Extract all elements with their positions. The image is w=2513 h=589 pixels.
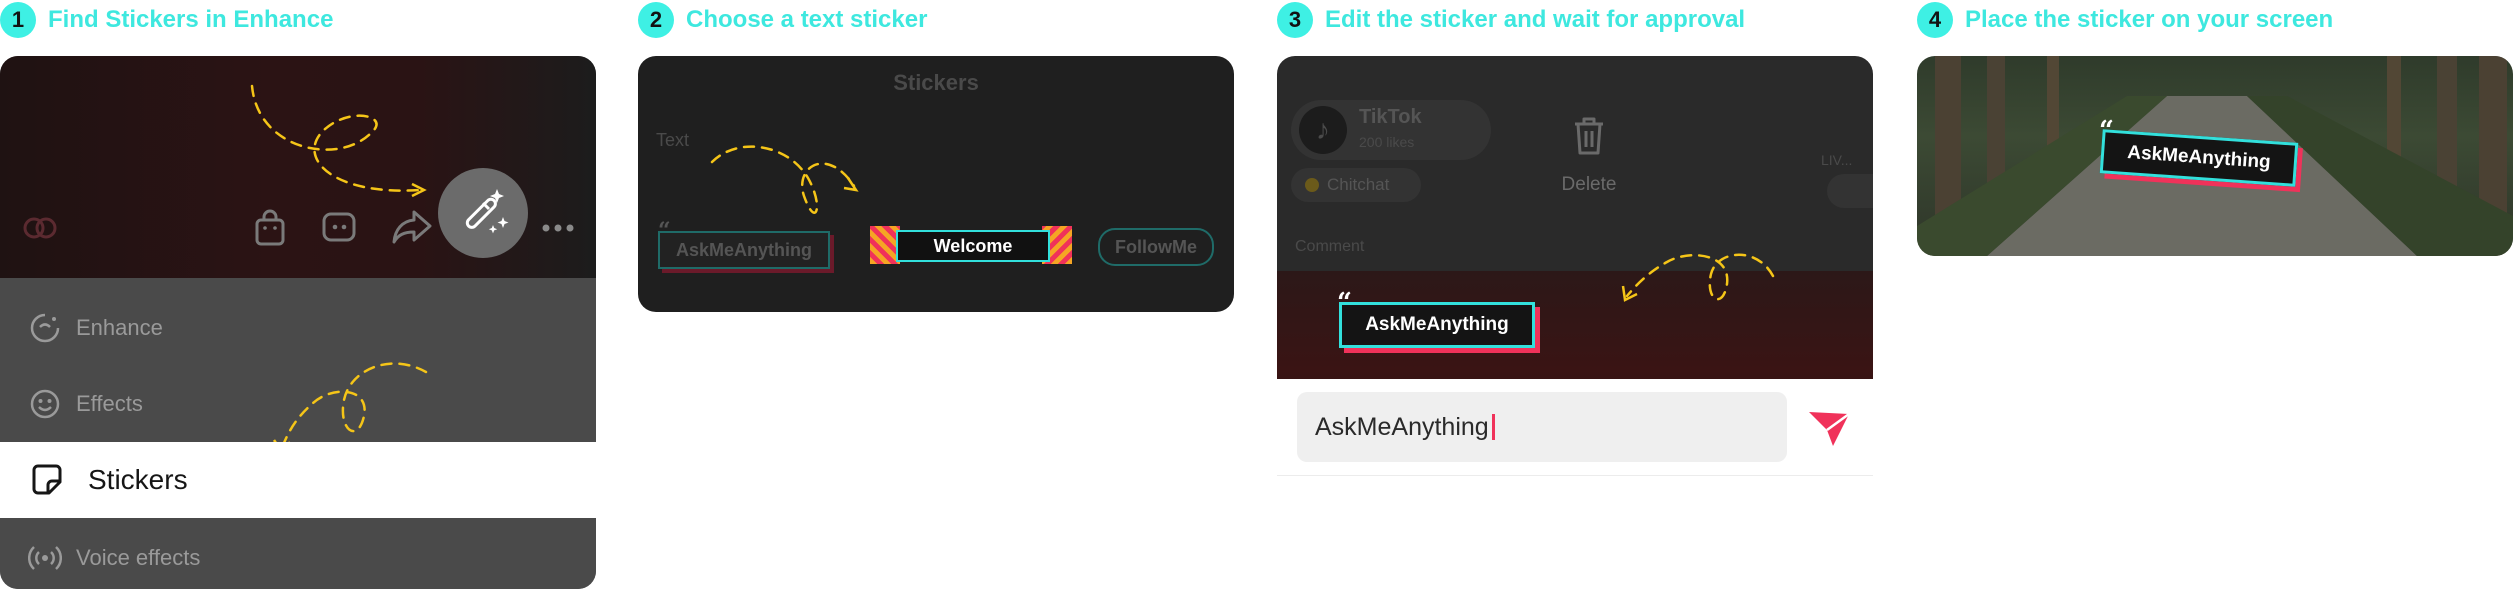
sticker-askmeanything[interactable]: AskMeAnything (1339, 302, 1535, 348)
chip-label: Chitchat (1327, 175, 1390, 194)
menu-item-label: Voice effects (76, 545, 201, 570)
chitchat-chip[interactable]: Chitchat (1291, 168, 1421, 202)
quote-icon: “ (2099, 116, 2114, 146)
step-3: 3 Edit the sticker and wait for approval… (1277, 0, 1873, 589)
step-1-screen: Enhance Effects Stickers Voice effects (0, 56, 596, 589)
sticker-welcome[interactable]: Welcome (870, 226, 1072, 264)
step-number: 1 (0, 2, 36, 38)
delete-label: Delete (1561, 174, 1617, 195)
menu-item-label: Stickers (88, 464, 188, 495)
trash-icon[interactable] (1569, 114, 1609, 158)
chip-dot-icon (1305, 178, 1319, 192)
sticker-icon (32, 464, 62, 495)
welcome-banner: Welcome (896, 230, 1050, 262)
input-value: AskMeAnything (1315, 412, 1489, 441)
sticker-text: AskMeAnything (675, 239, 812, 260)
quote-icon: “ (1337, 288, 1352, 318)
likes-count: 200 likes (1359, 134, 1415, 150)
step-4: 4 Place the sticker on your screen AskMe… (1917, 0, 2513, 589)
sticker-askmeanything[interactable]: AskMeAnything (658, 231, 830, 269)
sticker-picker-title: Stickers (893, 70, 979, 95)
tiktok-logo-icon: ♪ (1299, 106, 1347, 154)
step-2: 2 Choose a text sticker Stickers Text As… (638, 0, 1234, 589)
text-cursor (1491, 414, 1495, 440)
enhance-icon (30, 313, 60, 343)
step-title: Place the sticker on your screen (1965, 6, 2334, 33)
shopping-bag-icon[interactable] (252, 208, 288, 248)
step-2-header: 2 Choose a text sticker (638, 2, 927, 38)
live-label: LIV... (1821, 152, 1853, 168)
step-number: 4 (1917, 2, 1953, 38)
sticker-text: AskMeAnything (2126, 142, 2272, 173)
quote-icon: “ (658, 218, 671, 244)
smiley-icon (30, 389, 60, 419)
send-icon[interactable] (1807, 408, 1851, 448)
sticker-followme[interactable]: FollowMe (1098, 228, 1214, 266)
step-title: Edit the sticker and wait for approval (1325, 6, 1746, 33)
link-icon[interactable] (20, 212, 62, 244)
step-4-header: 4 Place the sticker on your screen (1917, 2, 2333, 38)
sticker-text-input[interactable]: AskMeAnything (1297, 392, 1787, 462)
menu-item-label: Effects (76, 391, 143, 416)
step-number: 2 (638, 2, 674, 38)
step-title: Choose a text sticker (686, 6, 928, 33)
step-1-header: 1 Find Stickers in Enhance (0, 2, 333, 38)
video-screen: AskMeAnything “ (1917, 56, 2513, 256)
dashed-arrow (710, 145, 859, 214)
dashed-arrow (1621, 253, 1775, 302)
comment-label: Comment (1295, 238, 1365, 255)
home-chip (1827, 174, 1873, 208)
enhance-magic-button[interactable] (438, 168, 528, 258)
menu-item-stickers[interactable]: Stickers (0, 442, 596, 518)
sticker-text: AskMeAnything (1365, 314, 1509, 335)
sticker-section-label: Text (656, 130, 690, 150)
sticker-text: Welcome (933, 235, 1013, 256)
template-icon[interactable] (320, 208, 360, 248)
menu-item-label: Enhance (76, 315, 163, 340)
step-3-header: 3 Edit the sticker and wait for approval (1277, 2, 1745, 38)
menu-item-voice-effects[interactable]: Voice effects (0, 526, 596, 589)
share-icon[interactable] (390, 206, 434, 246)
magic-wand-icon (465, 189, 509, 234)
step-number: 3 (1277, 2, 1313, 38)
account-name: TikTok (1359, 106, 1422, 128)
step-title: Find Stickers in Enhance (48, 6, 334, 33)
voice-effects-icon (28, 546, 62, 570)
menu-item-enhance[interactable]: Enhance (0, 296, 596, 360)
sticker-picker: Stickers Text AskMeAnything “ Welcome Fo… (638, 56, 1234, 312)
sticker-text: FollowMe (1115, 236, 1197, 257)
more-icon[interactable] (540, 222, 576, 234)
step-1: 1 Find Stickers in Enhance Enhance Effec… (0, 0, 596, 589)
